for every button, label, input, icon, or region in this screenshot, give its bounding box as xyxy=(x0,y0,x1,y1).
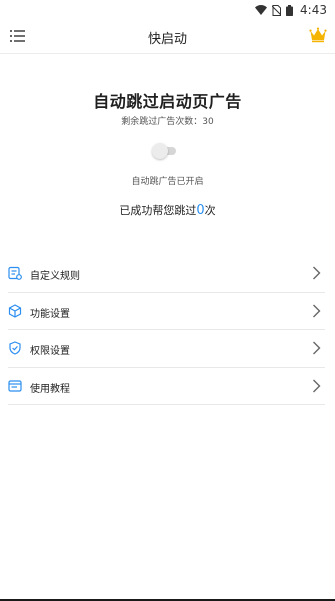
skipped-suffix: 次 xyxy=(204,204,216,217)
no-sim-icon xyxy=(272,4,282,16)
wifi-icon xyxy=(255,5,268,15)
menu-item-label: 功能设置 xyxy=(30,308,70,320)
hero-title: 自动跳过启动页广告 xyxy=(93,92,242,111)
toggle-status-label: 自动跳广告已开启 xyxy=(131,177,204,187)
app-bar: 快启动 xyxy=(0,20,335,54)
menu-item-label: 自定义规则 xyxy=(30,271,80,282)
chevron-right-icon xyxy=(313,341,321,355)
chevron-right-icon xyxy=(313,379,321,392)
menu-item-custom-rules[interactable]: 自定义规则 xyxy=(0,255,335,293)
page-title: 快启动 xyxy=(147,32,187,47)
custom-rules-icon xyxy=(8,266,22,280)
status-time: 4:43 xyxy=(300,3,327,17)
skipped-count-line: 已成功帮您跳过0次 xyxy=(0,202,335,218)
shield-icon xyxy=(9,341,21,355)
cube-icon xyxy=(8,303,22,318)
chevron-right-icon xyxy=(313,266,321,280)
menu-item-label: 使用教程 xyxy=(30,383,70,395)
menu-item-label: 权限设置 xyxy=(30,346,70,357)
chevron-right-icon xyxy=(313,304,321,317)
crown-icon[interactable] xyxy=(309,27,327,43)
toggle-knob xyxy=(152,143,168,159)
auto-skip-toggle[interactable] xyxy=(152,143,176,159)
remaining-skips-text: 剩余跳过广告次数：30 xyxy=(121,117,214,127)
menu-item-tutorial[interactable]: 使用教程 xyxy=(0,368,335,405)
battery-icon xyxy=(286,4,294,16)
skipped-prefix: 已成功帮您跳过 xyxy=(119,204,197,217)
tutorial-icon xyxy=(8,379,22,392)
skipped-count: 0 xyxy=(196,203,205,218)
status-bar: 4:43 xyxy=(0,0,335,20)
menu-item-function-settings[interactable]: 功能设置 xyxy=(0,293,335,330)
divider xyxy=(8,404,325,405)
status-icons: 4:43 xyxy=(255,3,327,17)
settings-menu: 自定义规则 功能设置 权限设置 使用教程 xyxy=(0,255,335,405)
menu-item-permission-settings[interactable]: 权限设置 xyxy=(0,330,335,368)
